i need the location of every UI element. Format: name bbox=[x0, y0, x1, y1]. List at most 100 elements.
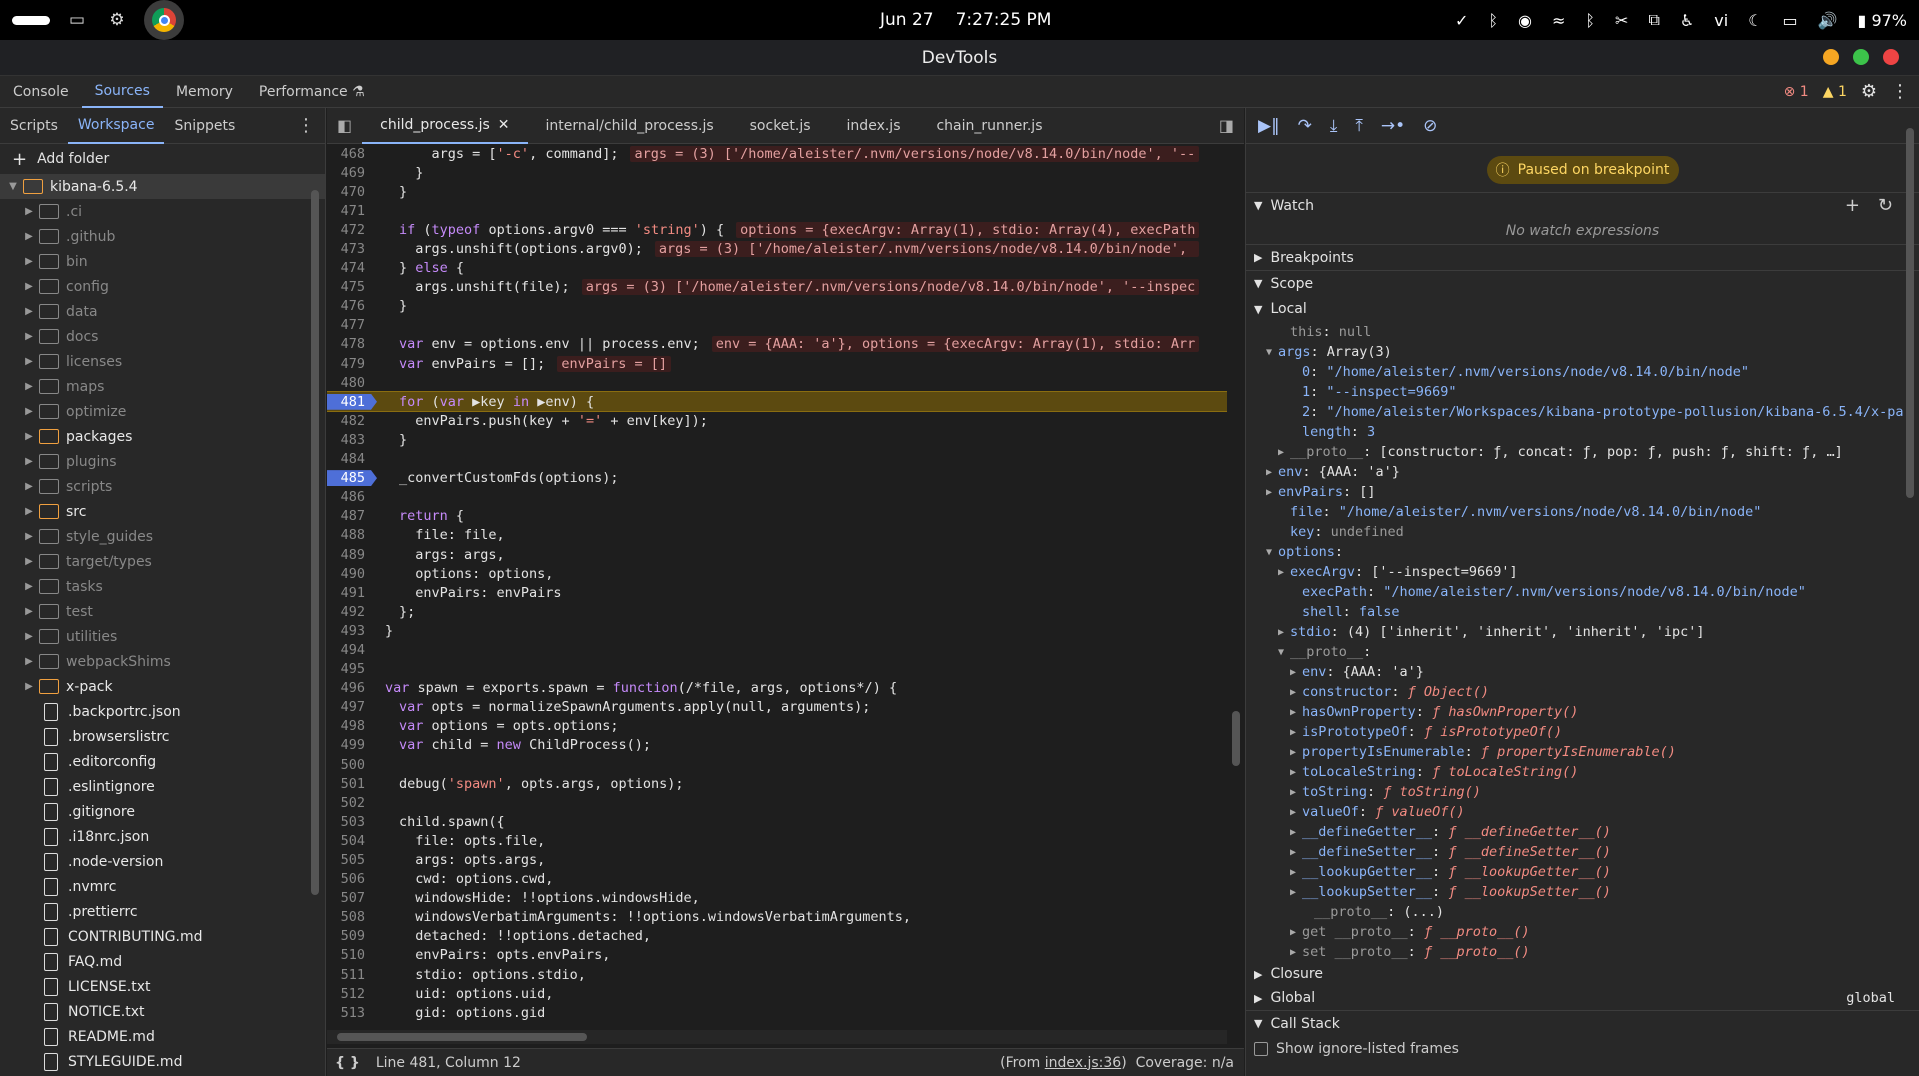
discord-icon[interactable]: ◉ bbox=[1518, 11, 1532, 30]
line-number[interactable]: 510 bbox=[327, 947, 377, 963]
code-line[interactable]: 511 stdio: options.stdio, bbox=[327, 965, 1227, 984]
code-line[interactable]: 501 debug('spawn', opts.args, options); bbox=[327, 774, 1227, 793]
line-number[interactable]: 507 bbox=[327, 890, 377, 906]
code-line[interactable]: 503 child.spawn({ bbox=[327, 812, 1227, 831]
code-line[interactable]: 480 bbox=[327, 373, 1227, 392]
scope-property[interactable]: key: undefined bbox=[1246, 522, 1919, 542]
code-line[interactable]: 489 args: args, bbox=[327, 545, 1227, 564]
editor-tab-internal-child-process[interactable]: internal/child_process.js bbox=[528, 108, 732, 144]
scope-property[interactable]: ▶ __lookupGetter__: ƒ __lookupGetter__() bbox=[1246, 862, 1919, 882]
file-item[interactable]: CONTRIBUTING.md bbox=[0, 924, 325, 949]
display-icon[interactable]: ▭ bbox=[1782, 11, 1797, 30]
scope-property[interactable]: ▶ toLocaleString: ƒ toLocaleString() bbox=[1246, 762, 1919, 782]
line-number[interactable]: 490 bbox=[327, 566, 377, 582]
line-number[interactable]: 483 bbox=[327, 432, 377, 448]
file-item[interactable]: .i18nrc.json bbox=[0, 824, 325, 849]
folder-item[interactable]: ▶ config bbox=[0, 274, 325, 299]
code-line[interactable]: 496 var spawn = exports.spawn = function(… bbox=[327, 679, 1227, 698]
scope-property[interactable]: execPath: "/home/aleister/.nvm/versions/… bbox=[1246, 582, 1919, 602]
chevron-down-icon[interactable]: ▼ bbox=[1266, 347, 1278, 358]
chevron-right-icon[interactable]: ▶ bbox=[1278, 447, 1290, 458]
scope-property[interactable]: ▼ args: Array(3) bbox=[1246, 342, 1919, 362]
call-stack-section-header[interactable]: ▼ Call Stack bbox=[1246, 1010, 1919, 1036]
line-number[interactable]: 505 bbox=[327, 852, 377, 868]
file-item[interactable]: .nvmrc bbox=[0, 874, 325, 899]
toggle-navigator-icon[interactable]: ◧ bbox=[327, 116, 362, 135]
scope-property[interactable]: ▼ __proto__: bbox=[1246, 642, 1919, 662]
code-area[interactable]: 468 args = ['-c', command]; args = (3) ['… bbox=[327, 144, 1227, 1026]
scope-property[interactable]: shell: false bbox=[1246, 602, 1919, 622]
chevron-down-icon[interactable]: ▼ bbox=[1266, 547, 1278, 558]
scope-property[interactable]: ▶ isPrototypeOf: ƒ isPrototypeOf() bbox=[1246, 722, 1919, 742]
file-item[interactable]: STYLEGUIDE.md bbox=[0, 1049, 325, 1074]
folder-item[interactable]: ▶ .github bbox=[0, 224, 325, 249]
line-number[interactable]: 506 bbox=[327, 871, 377, 887]
line-number[interactable]: 468 bbox=[327, 146, 377, 162]
code-line[interactable]: 510 envPairs: opts.envPairs, bbox=[327, 946, 1227, 965]
scope-property[interactable]: __proto__: (...) bbox=[1246, 902, 1919, 922]
line-number[interactable]: 501 bbox=[327, 776, 377, 792]
code-line[interactable]: 476} bbox=[327, 297, 1227, 316]
folder-item[interactable]: ▶ test bbox=[0, 599, 325, 624]
resume-icon[interactable]: ▶‖ bbox=[1258, 116, 1280, 136]
editor-tab-child-process[interactable]: child_process.js ✕ bbox=[362, 108, 528, 144]
line-number[interactable]: 509 bbox=[327, 928, 377, 944]
line-number[interactable]: 474 bbox=[327, 260, 377, 276]
chevron-right-icon[interactable]: ▶ bbox=[1290, 667, 1302, 678]
scope-property[interactable]: file: "/home/aleister/.nvm/versions/node… bbox=[1246, 502, 1919, 522]
code-line[interactable]: 491 envPairs: envPairs bbox=[327, 583, 1227, 602]
folder-item[interactable]: ▶ src bbox=[0, 499, 325, 524]
step-icon[interactable]: →• bbox=[1381, 116, 1405, 136]
editor-vertical-scrollbar[interactable] bbox=[1229, 146, 1243, 1026]
code-line[interactable]: 486 bbox=[327, 488, 1227, 507]
code-line[interactable]: 505 args: opts.args, bbox=[327, 850, 1227, 869]
close-icon[interactable]: ✕ bbox=[498, 117, 510, 133]
file-item[interactable]: .node-version bbox=[0, 849, 325, 874]
pretty-print-icon[interactable]: { } bbox=[335, 1055, 360, 1071]
debugger-scrollbar[interactable] bbox=[1906, 118, 1916, 1068]
code-line[interactable]: 509 detached: !!options.detached, bbox=[327, 927, 1227, 946]
chevron-right-icon[interactable]: ▶ bbox=[1290, 887, 1302, 898]
line-number[interactable]: 479 bbox=[327, 356, 377, 372]
code-line[interactable]: 472 if (typeof options.argv0 === 'string'… bbox=[327, 220, 1227, 239]
accessibility-icon[interactable]: ♿ bbox=[1680, 11, 1694, 30]
code-line[interactable]: 493} bbox=[327, 621, 1227, 640]
code-line[interactable]: 485 _convertCustomFds(options); bbox=[327, 469, 1227, 488]
code-line[interactable]: 481 for (var ▶key in ▶env) { bbox=[327, 391, 1227, 413]
code-line[interactable]: 499 var child = new ChildProcess(); bbox=[327, 736, 1227, 755]
folder-item[interactable]: ▶ data bbox=[0, 299, 325, 324]
night-mode-icon[interactable]: ☾ bbox=[1748, 11, 1762, 30]
line-number[interactable]: 469 bbox=[327, 165, 377, 181]
add-folder-button[interactable]: + Add folder bbox=[0, 144, 325, 174]
code-line[interactable]: 500 bbox=[327, 755, 1227, 774]
line-number[interactable]: 504 bbox=[327, 833, 377, 849]
battery-indicator[interactable]: ▮ 97% bbox=[1858, 11, 1907, 30]
folder-item[interactable]: ▶ tasks bbox=[0, 574, 325, 599]
code-line[interactable]: 498 var options = opts.options; bbox=[327, 717, 1227, 736]
chevron-right-icon[interactable]: ▶ bbox=[1278, 567, 1290, 578]
clock[interactable]: Jun 27 7:27:25 PM bbox=[880, 0, 1051, 40]
app-indicator-icon[interactable]: ≈ bbox=[1552, 11, 1565, 30]
file-item[interactable]: NOTICE.txt bbox=[0, 999, 325, 1024]
watch-section-header[interactable]: ▼ Watch + ↻ bbox=[1246, 192, 1919, 218]
chevron-right-icon[interactable]: ▶ bbox=[1278, 627, 1290, 638]
scope-property[interactable]: 0: "/home/aleister/.nvm/versions/node/v8… bbox=[1246, 362, 1919, 382]
chevron-right-icon[interactable]: ▶ bbox=[1290, 827, 1302, 838]
folder-item[interactable]: ▶ docs bbox=[0, 324, 325, 349]
line-number[interactable]: 508 bbox=[327, 909, 377, 925]
checkmark-icon[interactable]: ✓ bbox=[1455, 11, 1468, 30]
tools-icon[interactable]: ✂ bbox=[1615, 11, 1628, 30]
tab-snippets[interactable]: Snippets bbox=[164, 108, 245, 144]
code-line[interactable]: 502 bbox=[327, 793, 1227, 812]
code-line[interactable]: 471 bbox=[327, 201, 1227, 220]
line-number[interactable]: 472 bbox=[327, 222, 377, 238]
editor-tab-index[interactable]: index.js bbox=[829, 108, 919, 144]
global-scope-header[interactable]: ▶ Global global bbox=[1246, 986, 1919, 1010]
minimize-button[interactable] bbox=[1823, 49, 1839, 65]
keyboard-layout[interactable]: vi bbox=[1714, 11, 1728, 30]
code-line[interactable]: 513 gid: options.gid bbox=[327, 1003, 1227, 1022]
line-number[interactable]: 482 bbox=[327, 413, 377, 429]
code-line[interactable]: 487 return { bbox=[327, 507, 1227, 526]
line-number[interactable]: 471 bbox=[327, 203, 377, 219]
line-number[interactable]: 495 bbox=[327, 661, 377, 677]
